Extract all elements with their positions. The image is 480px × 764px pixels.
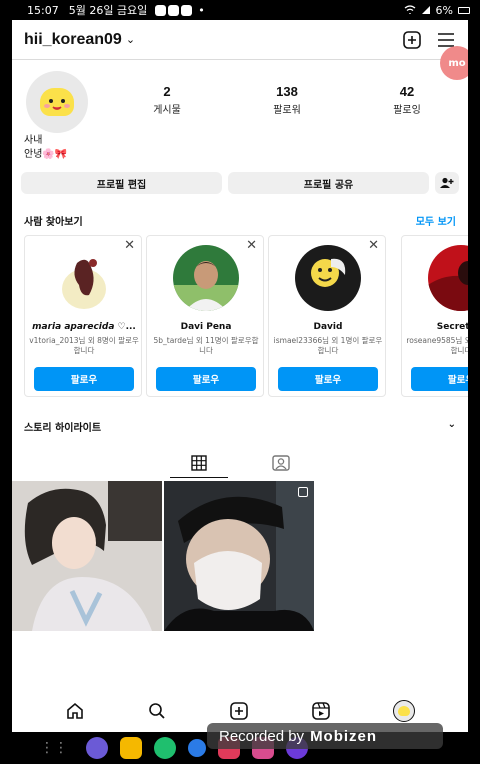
messages-app-icon[interactable] xyxy=(188,739,206,757)
recorder-floating-badge[interactable]: mo xyxy=(440,46,468,80)
suggestion-name[interactable]: 𝙢𝙖𝙧𝙞𝙖 𝙖𝙥𝙖𝙧𝙚𝙘𝙞𝙙𝙖 ♡... xyxy=(25,322,143,332)
chimmy-avatar-icon xyxy=(398,706,410,716)
add-person-button[interactable] xyxy=(435,172,459,194)
suggestion-mutuals: 5b_tarde님 외 11명이 팔로우합니다 xyxy=(153,336,259,355)
highlights-title: 스토리 하이라이트 xyxy=(24,423,102,434)
stat-number: 2 xyxy=(163,84,171,99)
wifi-icon xyxy=(404,5,415,14)
stat-label: 팔로잉 xyxy=(393,105,421,116)
suggestion-name[interactable]: David xyxy=(269,322,387,332)
suggestion-name[interactable]: Secrett_B xyxy=(402,322,468,332)
suggestion-card: ✕ David ismael23366님 외 1명이 팔로우합니다 팔로우 xyxy=(268,235,386,397)
top-bar: hii_korean09 ⌄ xyxy=(12,20,468,60)
username-switcher[interactable]: hii_korean09 xyxy=(24,31,122,49)
bio-line: 안녕🌸🎀 xyxy=(24,149,68,160)
suggestion-carousel[interactable]: ✕ 𝙢𝙖𝙧𝙞𝙖 𝙖𝙥𝙖𝙧𝙚𝙘𝙞𝙙𝙖 ♡... v1toria_2013님 외 8… xyxy=(24,235,468,397)
tab-posts-grid[interactable] xyxy=(170,448,228,478)
suggestion-mutuals: roseane9585님 외 2명이 팔로우합니다 xyxy=(406,336,468,355)
suggestion-avatar[interactable] xyxy=(51,245,117,311)
discover-people-header: 사람 찾아보기 모두 보기 xyxy=(24,213,456,228)
battery-icon xyxy=(458,6,470,14)
suggestion-avatar[interactable] xyxy=(173,245,239,311)
status-date: 5월 26일 금요일 xyxy=(68,4,148,17)
follow-button[interactable]: 팔로우 xyxy=(278,367,378,391)
recorded-by-label: Recorded by xyxy=(219,727,305,745)
stat-number: 138 xyxy=(276,84,298,99)
status-time: 15:07 xyxy=(27,3,59,17)
stat-following[interactable]: 42 팔로잉 xyxy=(357,84,457,116)
home-icon[interactable] xyxy=(65,701,85,721)
phone-app-icon[interactable] xyxy=(154,737,176,759)
stat-posts[interactable]: 2 게시물 xyxy=(117,84,217,116)
app-drawer-icon[interactable]: ⋮⋮ xyxy=(40,740,68,756)
status-dot: • xyxy=(198,3,205,17)
internet-app-icon[interactable] xyxy=(86,737,108,759)
tagged-person-icon xyxy=(272,455,290,471)
suggestion-avatar[interactable] xyxy=(295,245,361,311)
chimmy-avatar-icon xyxy=(40,88,74,116)
profile-screen: hii_korean09 ⌄ mo 2 게시물 138 팔로워 42 팔로잉 사… xyxy=(12,20,468,732)
suggestion-name[interactable]: Davi Pena xyxy=(147,322,265,332)
profile-stats: 2 게시물 138 팔로워 42 팔로잉 xyxy=(117,84,457,116)
my-files-app-icon[interactable] xyxy=(120,737,142,759)
recorder-brand: Mobizen xyxy=(310,727,378,745)
dismiss-icon[interactable]: ✕ xyxy=(124,238,135,253)
tab-tagged[interactable] xyxy=(252,448,310,478)
notification-gallery-icon xyxy=(181,4,193,16)
suggestion-mutuals: v1toria_2013님 외 8명이 팔로우합니다 xyxy=(29,336,139,355)
recorder-watermark: Recorded by Mobizen xyxy=(207,723,443,749)
profile-actions: 프로필 편집 프로필 공유 xyxy=(21,172,467,194)
profile-bio: 사내 안녕🌸🎀 xyxy=(24,134,67,162)
follow-button[interactable]: 팔로우 xyxy=(156,367,256,391)
suggestion-card: ✕ Davi Pena 5b_tarde님 외 11명이 팔로우합니다 팔로우 xyxy=(146,235,264,397)
suggestion-card: ✕ Secrett_B roseane9585님 외 2명이 팔로우합니다 팔로… xyxy=(401,235,468,397)
notification-app-icon xyxy=(155,4,167,16)
chevron-down-icon[interactable]: ⌄ xyxy=(126,33,135,46)
stat-followers[interactable]: 138 팔로워 xyxy=(237,84,337,116)
post-thumbnail[interactable] xyxy=(12,481,162,631)
edit-profile-button[interactable]: 프로필 편집 xyxy=(21,172,222,194)
suggestion-mutuals: ismael23366님 외 1명이 팔로우합니다 xyxy=(273,336,383,355)
create-post-icon[interactable] xyxy=(402,30,422,50)
search-icon[interactable] xyxy=(147,701,167,721)
signal-icon xyxy=(421,6,430,14)
dismiss-icon[interactable]: ✕ xyxy=(368,238,379,253)
suggestion-avatar[interactable] xyxy=(428,245,468,311)
grid-icon xyxy=(191,454,207,471)
profile-tabs xyxy=(12,448,468,478)
create-icon[interactable] xyxy=(229,701,249,721)
follow-button[interactable]: 팔로우 xyxy=(34,367,134,391)
multiple-images-icon xyxy=(298,487,308,497)
chevron-down-icon[interactable]: ⌄ xyxy=(448,419,456,434)
profile-avatar[interactable] xyxy=(26,71,88,133)
discover-title: 사람 찾아보기 xyxy=(24,217,83,228)
share-profile-button[interactable]: 프로필 공유 xyxy=(228,172,429,194)
stat-number: 42 xyxy=(399,84,415,99)
story-highlights-row[interactable]: 스토리 하이라이트 ⌄ xyxy=(24,419,456,434)
reels-icon[interactable] xyxy=(311,701,331,721)
battery-percent: 6% xyxy=(435,3,453,17)
dismiss-icon[interactable]: ✕ xyxy=(246,238,257,253)
notification-app-icon xyxy=(168,4,180,16)
stat-label: 게시물 xyxy=(153,105,181,116)
suggestion-card: ✕ 𝙢𝙖𝙧𝙞𝙖 𝙖𝙥𝙖𝙧𝙚𝙘𝙞𝙙𝙖 ♡... v1toria_2013님 외 8… xyxy=(24,235,142,397)
follow-button[interactable]: 팔로우 xyxy=(411,367,468,391)
post-thumbnail[interactable] xyxy=(164,481,314,631)
status-bar: 15:07 5월 26일 금요일 • 6% xyxy=(0,0,480,20)
add-person-icon xyxy=(440,177,454,188)
see-all-link[interactable]: 모두 보기 xyxy=(416,213,456,228)
profile-tab-avatar[interactable] xyxy=(393,700,415,722)
stat-label: 팔로워 xyxy=(273,105,301,116)
bio-line: 사내 xyxy=(24,135,43,146)
